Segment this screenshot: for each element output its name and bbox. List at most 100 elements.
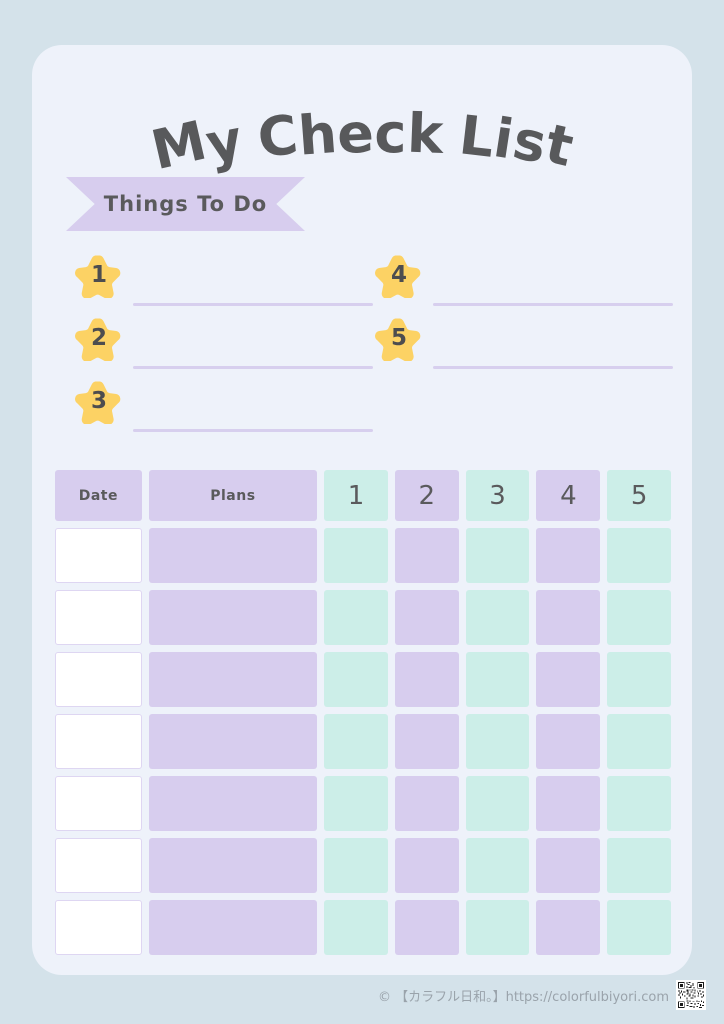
table-header-check-label: 1	[347, 480, 365, 511]
table-header-check-3: 3	[465, 470, 530, 521]
plans-cell[interactable]	[148, 528, 318, 583]
table-header-check-label: 5	[630, 480, 648, 511]
table-header-check-2: 2	[394, 470, 459, 521]
title-letter: c	[374, 102, 407, 165]
table-header-check-label: 2	[418, 480, 436, 511]
table-header-check-label: 3	[489, 480, 506, 511]
check-cell[interactable]	[394, 652, 459, 707]
check-cell[interactable]	[324, 590, 388, 645]
check-cell[interactable]	[536, 776, 601, 831]
date-cell[interactable]	[55, 590, 142, 645]
table-header-row: Date Plans 1 2 3 4 5	[55, 470, 672, 521]
check-cell[interactable]	[465, 590, 530, 645]
todo-list: 1 2 3 4 5	[32, 250, 692, 435]
check-cell[interactable]	[324, 652, 388, 707]
plans-cell[interactable]	[148, 776, 318, 831]
check-cell[interactable]	[324, 900, 388, 955]
check-cell[interactable]	[465, 714, 530, 769]
date-cell[interactable]	[55, 714, 142, 769]
plans-cell[interactable]	[148, 652, 318, 707]
check-cell[interactable]	[394, 838, 459, 893]
check-cell[interactable]	[465, 652, 530, 707]
title-letter: M	[145, 108, 213, 183]
date-cell[interactable]	[55, 776, 142, 831]
todo-item[interactable]: 5	[375, 313, 673, 371]
todo-item-writing-line[interactable]	[133, 366, 373, 369]
check-cell[interactable]	[465, 900, 530, 955]
date-cell[interactable]	[55, 900, 142, 955]
plans-cell[interactable]	[148, 714, 318, 769]
plans-cell[interactable]	[148, 838, 318, 893]
check-cell[interactable]	[607, 900, 672, 955]
table-header-check-1: 1	[324, 470, 388, 521]
star-icon: 2	[75, 313, 123, 361]
checklist-card: MyCheckList Things To Do 1 2 3 4 5 Date Plans…	[32, 45, 692, 975]
todo-item-number: 4	[390, 262, 407, 288]
check-cell[interactable]	[324, 714, 388, 769]
check-cell[interactable]	[394, 528, 459, 583]
check-cell[interactable]	[394, 776, 459, 831]
check-cell[interactable]	[324, 838, 388, 893]
page-title-text: MyCheckList	[146, 101, 579, 183]
check-cell[interactable]	[536, 590, 601, 645]
check-cell[interactable]	[536, 838, 601, 893]
date-cell[interactable]	[55, 652, 142, 707]
date-cell[interactable]	[55, 528, 142, 583]
check-cell[interactable]	[607, 714, 672, 769]
check-cell[interactable]	[465, 838, 530, 893]
check-cell[interactable]	[607, 590, 672, 645]
title-letter: k	[405, 101, 445, 166]
todo-item-writing-line[interactable]	[133, 303, 373, 306]
star-icon: 3	[75, 376, 123, 424]
star-icon: 4	[375, 250, 423, 298]
todo-item-number: 5	[390, 325, 407, 351]
table-row	[55, 776, 672, 831]
todo-item-writing-line[interactable]	[433, 303, 673, 306]
check-cell[interactable]	[536, 714, 601, 769]
check-cell[interactable]	[394, 590, 459, 645]
date-cell[interactable]	[55, 838, 142, 893]
footer-credit: © 【カラフル日和。】https://colorfulbiyori.com	[377, 989, 669, 1005]
table-row	[55, 528, 672, 583]
check-cell[interactable]	[607, 776, 672, 831]
checklist-table: Date Plans 1 2 3 4 5	[55, 470, 672, 962]
check-cell[interactable]	[536, 900, 601, 955]
check-cell[interactable]	[536, 652, 601, 707]
check-cell[interactable]	[465, 528, 530, 583]
check-cell[interactable]	[607, 528, 672, 583]
footer: © 【カラフル日和。】https://colorfulbiyori.com	[0, 978, 724, 1012]
todo-item[interactable]: 4	[375, 250, 673, 308]
todo-item-number: 2	[90, 325, 107, 351]
table-row	[55, 714, 672, 769]
table-header-check-4: 4	[536, 470, 601, 521]
todo-item-writing-line[interactable]	[133, 429, 373, 432]
table-header-plans-label: Plans	[210, 487, 256, 504]
things-to-do-ribbon: Things To Do	[66, 177, 305, 231]
star-icon: 1	[75, 250, 123, 298]
title-letter: h	[295, 101, 339, 168]
plans-cell[interactable]	[148, 900, 318, 955]
qr-code-icon	[676, 980, 706, 1010]
check-cell[interactable]	[607, 652, 672, 707]
ribbon-label: Things To Do	[103, 192, 268, 216]
table-row	[55, 590, 672, 645]
check-cell[interactable]	[324, 776, 388, 831]
todo-item[interactable]: 1	[75, 250, 373, 308]
check-cell[interactable]	[324, 528, 388, 583]
check-cell[interactable]	[607, 838, 672, 893]
table-row	[55, 838, 672, 893]
table-header-date-label: Date	[78, 487, 118, 504]
table-header-date: Date	[55, 470, 142, 521]
check-cell[interactable]	[394, 900, 459, 955]
todo-item[interactable]: 2	[75, 313, 373, 371]
star-icon: 5	[375, 313, 423, 361]
todo-item-writing-line[interactable]	[433, 366, 673, 369]
plans-cell[interactable]	[148, 590, 318, 645]
check-cell[interactable]	[536, 528, 601, 583]
title-letter: e	[335, 101, 375, 166]
table-row	[55, 652, 672, 707]
check-cell[interactable]	[465, 776, 530, 831]
check-cell[interactable]	[394, 714, 459, 769]
table-row	[55, 900, 672, 955]
todo-item[interactable]: 3	[75, 376, 373, 434]
